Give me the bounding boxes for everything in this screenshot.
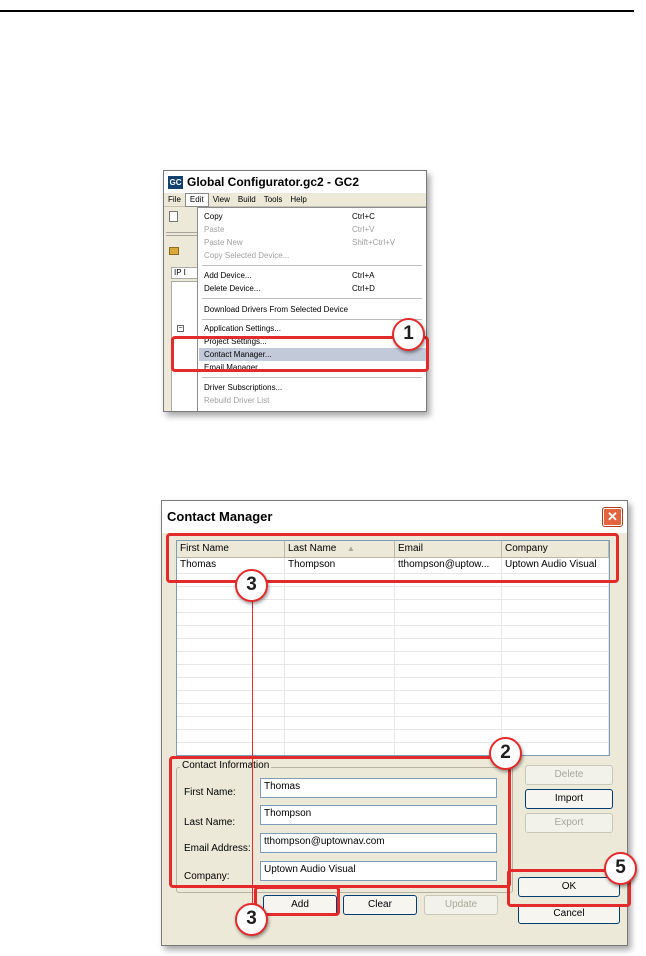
empty-row xyxy=(177,665,609,678)
delete-button: Delete xyxy=(525,765,613,785)
menu-separator xyxy=(202,298,422,299)
callout-1: 1 xyxy=(392,318,425,351)
update-button: Update xyxy=(424,895,498,915)
page-top-rule xyxy=(0,10,634,12)
edit-menu-dropdown: Copy Ctrl+C Paste Ctrl+V Paste New Shift+Ct… xyxy=(197,207,426,411)
menu-item-paste-new: Paste New Shift+Ctrl+V xyxy=(204,238,396,247)
menu-separator xyxy=(202,265,422,266)
empty-row xyxy=(177,691,609,704)
export-button: Export xyxy=(525,813,613,833)
empty-row xyxy=(177,743,609,755)
callout-2: 2 xyxy=(489,737,522,770)
new-document-icon[interactable] xyxy=(169,211,178,222)
dialog-titlebar: Contact Manager ✕ xyxy=(162,501,627,533)
menu-item-paste: Paste Ctrl+V xyxy=(204,225,375,234)
menu-item-rebuild-driver-list: Rebuild Driver List xyxy=(204,396,270,405)
empty-row xyxy=(177,678,609,691)
callout-5: 5 xyxy=(604,852,637,885)
menu-help[interactable]: Help xyxy=(286,193,310,207)
empty-row xyxy=(177,652,609,665)
import-button[interactable]: Import xyxy=(525,789,613,809)
menu-item-copy[interactable]: Copy Ctrl+C xyxy=(199,210,426,223)
empty-row xyxy=(177,704,609,717)
window-title: Global Configurator.gc2 - GC2 xyxy=(187,175,360,189)
menu-item-delete-device[interactable]: Delete Device... Ctrl+D xyxy=(199,282,426,295)
menu-view[interactable]: View xyxy=(209,193,234,207)
menu-item-download-drivers[interactable]: Download Drivers From Selected Device xyxy=(199,303,426,316)
menu-edit[interactable]: Edit xyxy=(184,192,209,207)
menu-item-driver-subscriptions[interactable]: Driver Subscriptions... xyxy=(199,381,426,394)
empty-row xyxy=(177,639,609,652)
highlight-contact-info xyxy=(169,756,511,888)
cancel-button[interactable]: Cancel xyxy=(518,904,620,924)
close-icon[interactable]: ✕ xyxy=(602,507,623,527)
empty-row xyxy=(177,730,609,743)
menubar: File Edit View Build Tools Help xyxy=(164,192,426,207)
menu-build[interactable]: Build xyxy=(234,193,260,207)
highlight-contact-manager-item xyxy=(171,336,429,372)
menu-item-copy-selected-device: Copy Selected Device... xyxy=(204,251,290,260)
window-titlebar: GC Global Configurator.gc2 - GC2 xyxy=(164,171,426,193)
callout-3-top: 3 xyxy=(235,569,268,602)
tree-expand-icon[interactable]: − xyxy=(177,325,184,332)
dialog-title: Contact Manager xyxy=(167,509,273,524)
empty-row xyxy=(177,613,609,626)
menu-separator xyxy=(202,377,422,378)
menu-tools[interactable]: Tools xyxy=(260,193,287,207)
empty-row xyxy=(177,717,609,730)
empty-row xyxy=(177,626,609,639)
gc2-window-screenshot: GC Global Configurator.gc2 - GC2 File Ed… xyxy=(163,170,427,412)
folder-icon[interactable] xyxy=(169,247,179,255)
menu-separator xyxy=(202,319,422,320)
menu-file[interactable]: File xyxy=(164,193,185,207)
empty-row xyxy=(177,600,609,613)
app-icon: GC xyxy=(168,175,183,189)
highlight-add-button xyxy=(254,886,340,916)
callout-connector-line xyxy=(252,589,253,907)
menu-item-add-device[interactable]: Add Device... Ctrl+A xyxy=(199,269,426,282)
clear-button[interactable]: Clear xyxy=(343,895,417,915)
callout-3-bottom: 3 xyxy=(235,903,268,936)
highlight-contacts-row xyxy=(166,533,619,583)
